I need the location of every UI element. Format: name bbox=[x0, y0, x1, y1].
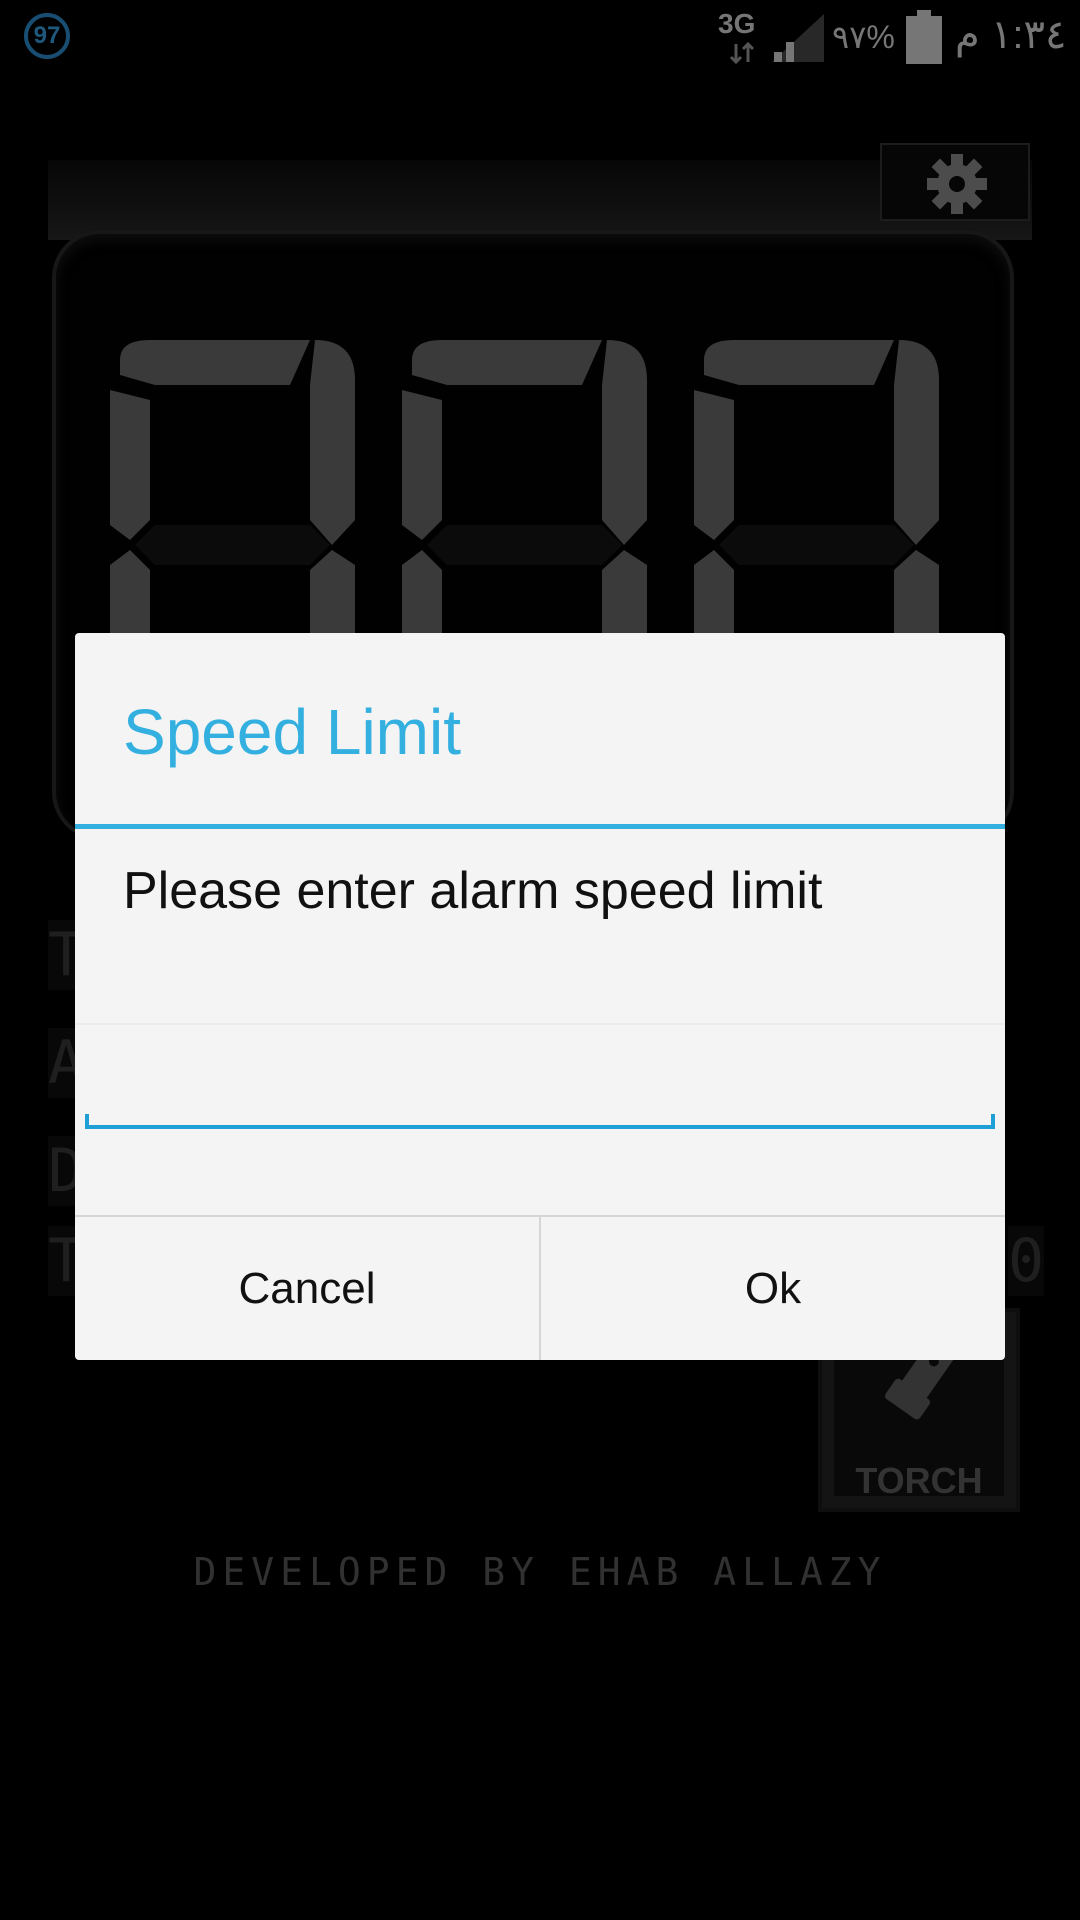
title-divider bbox=[75, 824, 1005, 829]
cancel-button[interactable]: Cancel bbox=[75, 1217, 539, 1360]
message-divider bbox=[75, 1023, 1005, 1025]
input-underline-cap-right bbox=[991, 1114, 995, 1129]
input-underline-cap-left bbox=[85, 1114, 89, 1129]
dialog-message: Please enter alarm speed limit bbox=[123, 862, 823, 920]
input-underline bbox=[85, 1125, 995, 1129]
speed-limit-input[interactable] bbox=[85, 1038, 997, 1160]
dialog-title: Speed Limit bbox=[123, 696, 461, 768]
app-screen: 97 3G ٩٧% ١:٣٤ م T A D T 0 TORCH DEVELOP… bbox=[0, 0, 1080, 1920]
ok-button[interactable]: Ok bbox=[541, 1217, 1005, 1360]
speed-limit-dialog: Speed Limit Please enter alarm speed lim… bbox=[75, 633, 1005, 1360]
